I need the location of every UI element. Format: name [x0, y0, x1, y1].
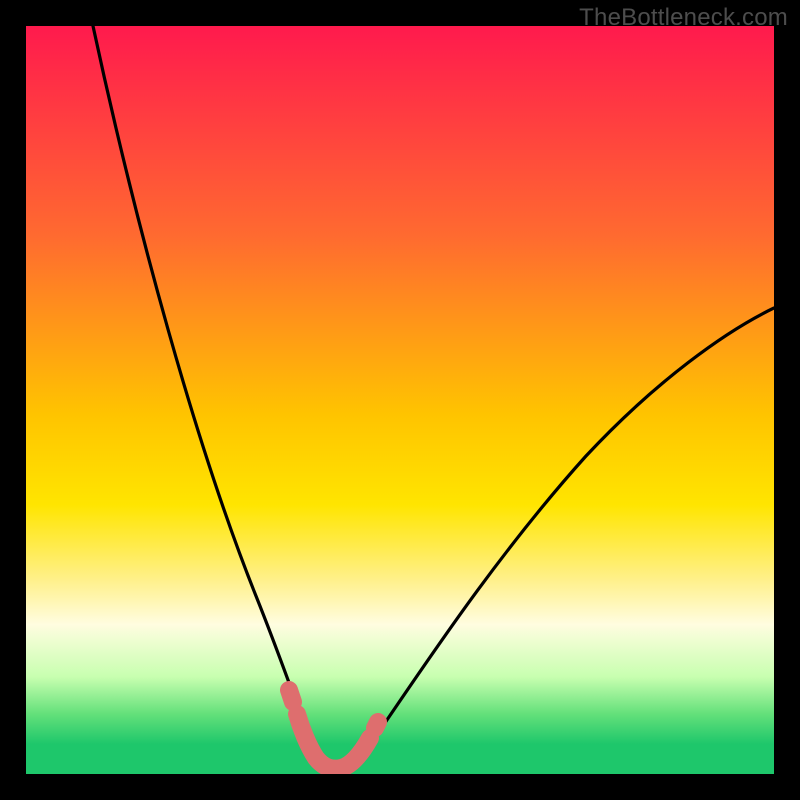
marker-band: [289, 690, 378, 769]
curve-left-branch: [93, 26, 329, 771]
watermark-text: TheBottleneck.com: [579, 4, 788, 32]
chart-svg: [26, 26, 774, 774]
chart-plot-area: [26, 26, 774, 774]
curve-right-branch: [329, 308, 774, 771]
